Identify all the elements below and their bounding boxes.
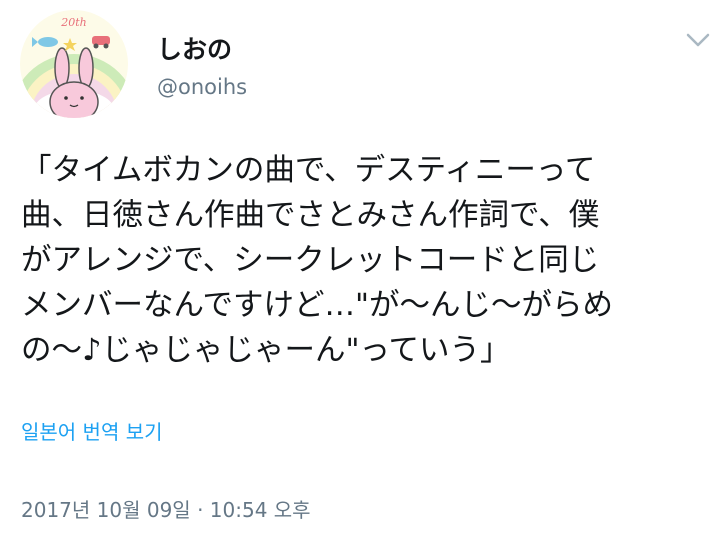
avatar[interactable]: 20th [20, 10, 128, 118]
tweet-menu-button[interactable] [683, 28, 713, 52]
svg-text:20th: 20th [60, 16, 87, 29]
tweet-timestamp[interactable]: 2017년 10월 09일 · 10:54 오후 [21, 496, 311, 524]
chevron-down-icon [686, 33, 710, 47]
user-handle[interactable]: @onoihs [157, 73, 247, 101]
tweet-text: 「タイムボカンの曲で、デスティニーって 曲、日徳さん作曲でさとみさん作詞で、僕 … [21, 153, 614, 368]
display-name[interactable]: しおの [157, 34, 232, 66]
avatar-image: 20th [20, 10, 128, 118]
tweet-detail: 20th しおの @onoihs 「タイムボカンの曲で、デスティニーって 曲、日… [0, 0, 720, 537]
translate-tweet-link[interactable]: 일본어 번역 보기 [21, 418, 163, 446]
